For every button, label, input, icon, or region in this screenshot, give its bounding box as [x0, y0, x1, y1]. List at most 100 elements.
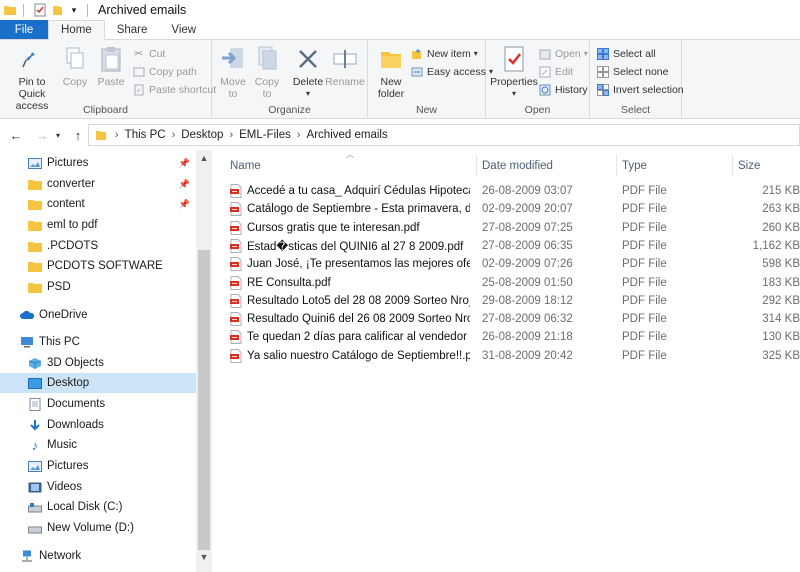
customize-quick-access-icon[interactable]: ▾	[67, 3, 81, 17]
edit-button[interactable]: Edit	[538, 63, 573, 80]
new-folder-button[interactable]: New folder	[376, 44, 406, 100]
sidebar-item-this-pc[interactable]: This PC	[0, 332, 196, 352]
sidebar-item-content[interactable]: content 📌	[0, 194, 196, 214]
table-row[interactable]: Juan José, ¡Te presentamos las mejores o…	[224, 255, 800, 273]
sidebar-item-3d-objects[interactable]: 3D Objects	[0, 353, 196, 373]
chevron-right-icon[interactable]: ›	[229, 129, 233, 141]
file-date-modified: 27-08-2009 06:32	[482, 313, 573, 326]
table-row[interactable]: Ya salio nuestro Catálogo de Septiembre!…	[224, 347, 800, 365]
select-none-button[interactable]: Select none	[596, 63, 668, 80]
sidebar-item-pcdots[interactable]: .PCDOTS	[0, 236, 196, 256]
pin-icon	[18, 44, 46, 74]
pdf-file-icon	[230, 202, 242, 217]
breadcrumb-archived-emails[interactable]: Archived emails	[307, 129, 388, 141]
move-to-label: Move	[220, 76, 246, 88]
file-name-cell: RE Consulta.pdf	[230, 274, 470, 292]
folder-icon	[3, 3, 17, 17]
back-arrow-icon[interactable]: ←	[6, 125, 26, 145]
file-name-cell: Resultado Loto5 del 28 08 2009 Sorteo Nr…	[230, 292, 470, 310]
paste-button[interactable]: Paste	[96, 44, 126, 88]
table-row[interactable]: Catálogo de Septiembre - Esta primavera,…	[224, 200, 800, 218]
sidebar-item-local-disk-c[interactable]: Local Disk (C:)	[0, 497, 196, 517]
chevron-right-icon[interactable]: ›	[172, 129, 176, 141]
new-folder-quick-icon[interactable]	[50, 3, 64, 17]
edit-icon	[538, 65, 551, 78]
3d-objects-icon	[28, 357, 42, 369]
chevron-right-icon[interactable]: ›	[297, 129, 301, 141]
pin-icon[interactable]: 📌	[179, 179, 190, 190]
tab-home[interactable]: Home	[48, 20, 105, 40]
column-header-type[interactable]: Type	[616, 156, 732, 176]
new-item-button[interactable]: New item ▾	[410, 45, 478, 62]
breadcrumb-desktop[interactable]: Desktop	[181, 129, 223, 141]
sidebar-item-onedrive[interactable]: OneDrive	[0, 305, 196, 325]
cut-button[interactable]: ✂ Cut	[132, 45, 165, 62]
column-header-date[interactable]: Date modified	[476, 156, 616, 176]
pin-to-quick-access-button[interactable]: Pin to Quick access	[4, 44, 60, 112]
table-row[interactable]: Resultado Quini6 del 26 08 2009 Sorteo N…	[224, 310, 800, 328]
table-row[interactable]: RE Consulta.pdf 25-08-2009 01:50 PDF File 1…	[224, 274, 800, 292]
pin-icon[interactable]: 📌	[179, 199, 190, 210]
file-size: 260 KB	[762, 221, 800, 234]
new-group: New folder New item ▾ Easy access ▾ New	[368, 40, 493, 119]
copy-path-button[interactable]: Copy path	[132, 63, 197, 80]
sidebar-item-pictures[interactable]: Pictures	[0, 456, 196, 476]
sidebar-item-pictures-quick[interactable]: Pictures 📌	[0, 153, 196, 173]
sidebar-scrollbar[interactable]: ▲ ▼	[196, 150, 212, 572]
sidebar-item-music[interactable]: ♪ Music	[0, 435, 196, 455]
select-all-button[interactable]: Select all	[596, 45, 656, 62]
sidebar-item-label: PSD	[47, 281, 71, 293]
breadcrumb-eml-files[interactable]: EML-Files	[239, 129, 291, 141]
folder-icon	[28, 260, 42, 272]
sidebar-item-new-volume-d[interactable]: New Volume (D:)	[0, 518, 196, 538]
sidebar-item-downloads[interactable]: Downloads	[0, 415, 196, 435]
table-row[interactable]: Resultado Loto5 del 28 08 2009 Sorteo Nr…	[224, 292, 800, 310]
properties-button[interactable]: Properties ▾	[490, 44, 538, 100]
column-header-name[interactable]: Name	[224, 156, 476, 176]
up-arrow-icon[interactable]: ↑	[68, 125, 88, 145]
clipboard-group: Pin to Quick access Copy Paste ✂ Cut Cop…	[0, 40, 216, 119]
sidebar-item-videos[interactable]: Videos	[0, 477, 196, 497]
easy-access-button[interactable]: Easy access ▾	[410, 63, 493, 80]
table-row[interactable]: Te quedan 2 días para calificar al vende…	[224, 328, 800, 346]
file-name: Estad�sticas del QUINI6 al 27 8 2009.pdf	[247, 240, 464, 253]
rename-button[interactable]: Rename	[325, 44, 365, 88]
table-row[interactable]: Cursos gratis que te interesan.pdf 27-08-…	[224, 219, 800, 237]
recent-locations-chevron-icon[interactable]: ▾	[52, 125, 64, 145]
file-name-cell: Juan José, ¡Te presentamos las mejores o…	[230, 255, 470, 273]
forward-arrow-icon[interactable]: →	[32, 125, 52, 145]
column-header-size[interactable]: Size	[732, 156, 800, 176]
open-button[interactable]: Open ▾	[538, 45, 588, 62]
table-row[interactable]: Accedé a tu casa_ Adquirí Cédulas Hipote…	[224, 182, 800, 200]
sidebar-item-label: converter	[47, 178, 95, 190]
scroll-thumb[interactable]	[198, 250, 210, 550]
tab-view[interactable]: View	[159, 20, 208, 39]
rename-icon	[331, 44, 359, 74]
scroll-up-icon[interactable]: ▲	[196, 153, 212, 167]
copy-to-button[interactable]: Copy to	[252, 44, 282, 100]
sidebar-item-network[interactable]: Network	[0, 546, 196, 566]
delete-button[interactable]: Delete ▾	[292, 44, 324, 100]
sidebar-item-documents[interactable]: Documents	[0, 394, 196, 414]
history-button[interactable]: History	[538, 81, 588, 98]
table-row[interactable]: Estad�sticas del QUINI6 al 27 8 2009.pdf…	[224, 237, 800, 255]
sidebar-item-psd[interactable]: PSD	[0, 277, 196, 297]
paste-shortcut-button[interactable]: Paste shortcut	[132, 81, 216, 98]
file-name: Catálogo de Septiembre - Esta primavera,…	[247, 203, 470, 216]
sidebar-item-pcdots-software[interactable]: PCDOTS SOFTWARE	[0, 256, 196, 276]
tab-file[interactable]: File	[0, 20, 48, 39]
move-to-button[interactable]: Move to	[218, 44, 248, 100]
sidebar-item-eml-to-pdf[interactable]: eml to pdf	[0, 215, 196, 235]
pin-icon[interactable]: 📌	[179, 158, 190, 169]
address-bar[interactable]: › This PC › Desktop › EML-Files › Archiv…	[88, 124, 800, 146]
copy-button[interactable]: Copy	[62, 44, 88, 88]
cloud-icon	[20, 309, 34, 321]
breadcrumb-this-pc[interactable]: This PC	[125, 129, 166, 141]
invert-selection-button[interactable]: Invert selection	[596, 81, 684, 98]
tab-share[interactable]: Share	[105, 20, 160, 39]
title-bar: ▾ Archived emails	[0, 0, 800, 20]
properties-quick-icon[interactable]	[33, 3, 47, 17]
sidebar-item-converter[interactable]: converter 📌	[0, 174, 196, 194]
sidebar-item-desktop[interactable]: Desktop	[0, 373, 196, 393]
scroll-down-icon[interactable]: ▼	[196, 552, 212, 566]
